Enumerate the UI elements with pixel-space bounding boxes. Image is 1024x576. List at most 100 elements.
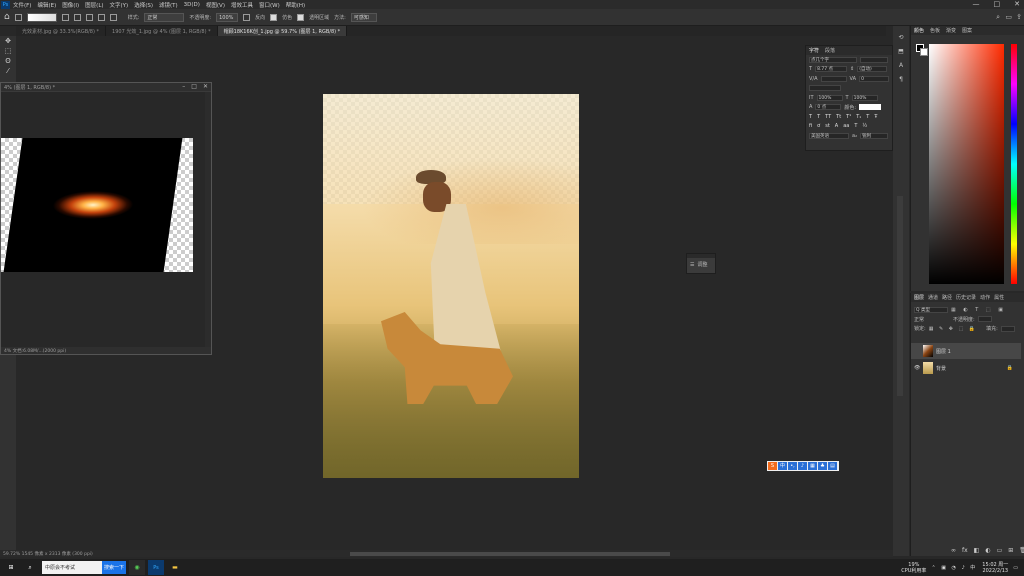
reflected-gradient-icon[interactable] [97,13,105,21]
tab-paragraph[interactable]: 段落 [825,47,835,54]
float-maximize-button[interactable]: □ [191,83,197,90]
tab-character[interactable]: 字符 [809,47,819,54]
linear-gradient-icon[interactable] [61,13,69,21]
ligature-icon[interactable]: fi [809,123,812,129]
menu-filter[interactable]: 滤镜(T) [159,1,178,9]
fx-icon[interactable]: fx [962,547,968,554]
search-icon[interactable]: ⌕ [22,560,38,575]
ime-menu-icon[interactable]: ▤ [828,462,837,470]
paragraph-icon[interactable]: ¶ [893,76,909,86]
home-icon[interactable]: ⌂ [4,12,10,22]
transparency-checkbox[interactable] [297,13,305,21]
ime-keyboard-icon[interactable]: ▦ [808,462,817,470]
menu-image[interactable]: 图像(I) [62,1,79,9]
layer-row-2[interactable]: 👁 背景 🔒 [911,360,1021,376]
tool-preset-icon[interactable] [14,13,22,21]
float-minimize-button[interactable]: – [182,83,185,90]
taskbar-search-input[interactable]: 中原会不考试 [42,561,102,574]
search-icon[interactable]: ⌕ [996,13,1000,22]
baseline-field[interactable]: 0 点 [815,104,842,111]
floating-window-title[interactable]: 4% (图层 1, RGB/8) * [1,83,211,91]
blend-mode-select[interactable]: 正常 [914,316,924,323]
tab-properties[interactable]: 属性 [994,294,1004,301]
float-canvas[interactable] [1,92,206,349]
fraction-icon[interactable]: ½ [862,123,867,129]
close-button[interactable]: ✕ [1014,0,1020,8]
link-layers-icon[interactable]: ∞ [951,547,956,554]
small-caps-icon[interactable]: Tt [836,114,841,120]
menu-select[interactable]: 选择(S) [134,1,153,9]
reverse-checkbox[interactable] [243,13,251,21]
ornament-icon[interactable]: A [835,123,838,129]
ime-punct-icon[interactable]: •, [788,462,797,470]
taskbar-search-button[interactable]: 搜索一下 [102,561,126,574]
photoshop-app-icon[interactable]: Ps [148,560,164,575]
method-select[interactable]: 可感知 [350,12,377,22]
tab-paths[interactable]: 路径 [942,294,952,301]
faux-bold-icon[interactable]: T [809,114,812,120]
leading-field[interactable]: (自动) [857,66,888,73]
menu-window[interactable]: 窗口(W) [259,1,280,9]
layer-row-1[interactable]: 图层 1 [911,343,1021,359]
share-icon[interactable]: ⇪ [1016,13,1022,21]
float-close-button[interactable]: ✕ [203,83,208,90]
ime-lang-icon[interactable]: 中 [778,462,787,470]
swash-icon[interactable]: ơ [817,123,820,129]
tab-doc-1[interactable]: 光效素材.jpg @ 33.3%(RGB/8) * [16,26,107,36]
horizontal-scrollbar[interactable] [350,552,670,556]
menu-view[interactable]: 视图(V) [206,1,225,9]
font-size-field[interactable]: 8.77 点 [815,66,848,73]
mask-icon[interactable]: ◧ [974,547,980,554]
strikethrough-icon[interactable]: Ŧ [874,114,877,120]
workspace-icon[interactable]: ▭ [1005,13,1012,21]
tab-doc-3[interactable]: 帽顾18K16K创_1.jpg @ 59.7% (图层 1, RGB/8) * [217,26,348,36]
eye-icon[interactable]: 👁 [914,365,920,371]
main-photo[interactable] [323,94,579,478]
maximize-button[interactable]: □ [994,0,1001,8]
minimize-button[interactable]: — [973,0,980,8]
clock-date[interactable]: 2022/2/13 [982,568,1008,574]
tab-patterns[interactable]: 图案 [962,27,972,34]
menu-layer[interactable]: 图层(L) [85,1,103,9]
marquee-tool-icon[interactable]: ⬚ [0,46,16,56]
all-caps-icon[interactable]: TT [825,114,831,120]
layer-kind-filter[interactable]: Q 类型 [914,306,948,313]
delete-layer-icon[interactable]: 🗑 [1019,547,1024,554]
filter-icons[interactable]: ▦ ◐ T ⬚ ▣ [951,307,1006,313]
underline-icon[interactable]: T [866,114,869,120]
hue-slider[interactable] [1011,44,1017,284]
menu-file[interactable]: 文件(F) [13,1,31,9]
tab-channels[interactable]: 通道 [928,294,938,301]
horizontal-scale-field[interactable]: 100% [851,94,878,101]
menu-help[interactable]: 帮助(H) [286,1,305,9]
menu-type[interactable]: 文字(Y) [110,1,129,9]
panel-scrollbar[interactable] [897,196,903,396]
faux-italic-icon[interactable]: T [817,114,820,120]
tab-actions[interactable]: 动作 [980,294,990,301]
lasso-tool-icon[interactable]: ʘ [0,56,16,66]
floating-document-window[interactable]: 4% (图层 1, RGB/8) * – □ ✕ 4% 文档:6.08M/...… [0,82,212,355]
ime-skin-icon[interactable]: ♣ [818,462,827,470]
magic-wand-tool-icon[interactable]: ⁄ [0,66,16,76]
tray-icons[interactable]: ⌃ ▣ ◔ ♪ 中 [931,564,977,571]
tab-swatches[interactable]: 色板 [930,27,940,34]
opacity-field[interactable]: 100% [216,12,239,22]
tab-color[interactable]: 颜色 [914,27,924,34]
lock-icon[interactable]: 🔒 [1007,365,1013,371]
background-swatch[interactable] [920,48,928,56]
history-icon[interactable]: ⟲ [893,34,909,44]
discretionary-icon[interactable]: st [825,123,830,129]
gradient-preview[interactable] [26,12,57,22]
float-vertical-scrollbar[interactable] [205,92,211,349]
angle-gradient-icon[interactable] [85,13,93,21]
language-select[interactable]: 美国英语 [809,132,849,139]
radial-gradient-icon[interactable] [73,13,81,21]
tab-gradients[interactable]: 渐变 [946,27,956,34]
kerning-field[interactable] [820,75,847,82]
ime-toolbar[interactable]: S 中 •, ♪ ▦ ♣ ▤ [767,461,839,471]
tracking-field[interactable]: 0 [859,75,890,82]
layer-name[interactable]: 背景 [936,365,946,372]
tsume-field[interactable] [809,85,841,92]
font-family-select[interactable]: 点几个字 [809,56,857,63]
title-alt-icon[interactable]: T [854,123,857,129]
